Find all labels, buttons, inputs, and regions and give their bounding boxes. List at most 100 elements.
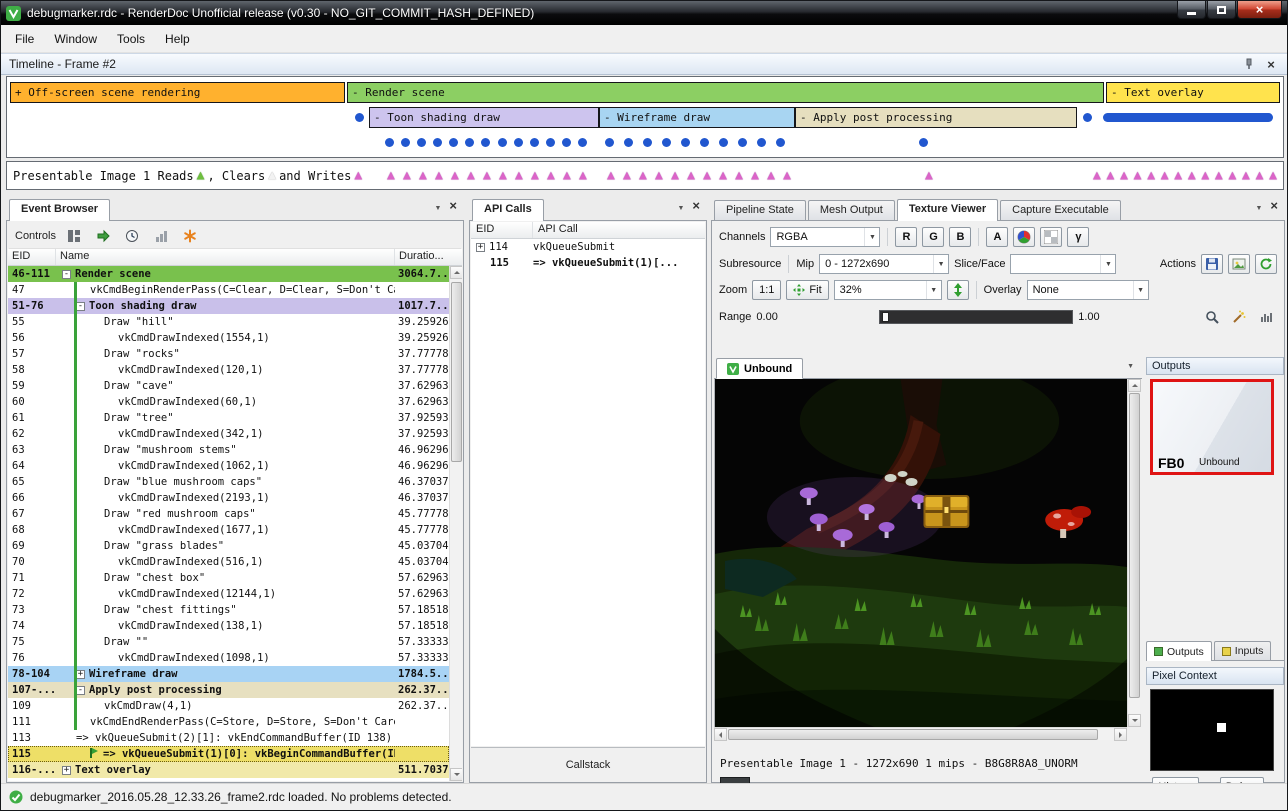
channel-blue-button[interactable]: B (949, 227, 971, 247)
tab-capture-executable[interactable]: Capture Executable (1000, 200, 1121, 220)
expander-icon[interactable]: - (76, 302, 85, 311)
event-row[interactable]: 65Draw "blue mushroom caps"46.37037 (8, 474, 449, 490)
event-row[interactable]: 73Draw "chest fittings"57.18518 (8, 602, 449, 618)
draw-dot[interactable] (719, 138, 728, 147)
texture-tab-dropdown-icon[interactable] (1127, 355, 1142, 378)
write-triangle-icon[interactable] (1215, 169, 1223, 182)
draw-dot[interactable] (643, 138, 652, 147)
write-triangle-icon[interactable] (1134, 169, 1142, 182)
draw-dot[interactable] (449, 138, 458, 147)
draw-dot[interactable] (355, 113, 364, 122)
event-row[interactable]: 66vkCmdDrawIndexed(2193,1)46.37037 (8, 490, 449, 506)
write-triangle-icon[interactable] (419, 169, 427, 182)
event-row[interactable]: 111vkCmdEndRenderPass(C=Store, D=Store, … (8, 714, 449, 730)
panel-close-icon[interactable] (449, 197, 457, 215)
event-row[interactable]: 69Draw "grass blades"45.03704 (8, 538, 449, 554)
write-triangle-icon[interactable] (451, 169, 459, 182)
event-row[interactable]: 47vkCmdBeginRenderPass(C=Clear, D=Clear,… (8, 282, 449, 298)
minimize-button[interactable] (1177, 1, 1206, 19)
write-triangle-icon[interactable] (1161, 169, 1169, 182)
write-triangle-icon[interactable] (703, 169, 711, 182)
event-row[interactable]: 64vkCmdDrawIndexed(1062,1)46.96296 (8, 458, 449, 474)
write-triangle-icon[interactable] (499, 169, 507, 182)
histogram-icon[interactable] (1255, 306, 1277, 328)
write-triangle-icon[interactable] (483, 169, 491, 182)
draw-dot[interactable] (385, 138, 394, 147)
fit-button[interactable]: Fit (786, 280, 828, 300)
draw-dot[interactable] (738, 138, 747, 147)
scroll-thumb[interactable] (1129, 393, 1140, 698)
scroll-thumb[interactable] (451, 282, 462, 462)
timeline-close-icon[interactable] (1263, 56, 1279, 72)
event-row[interactable]: 62vkCmdDrawIndexed(342,1)37.92593 (8, 426, 449, 442)
draw-dot[interactable] (662, 138, 671, 147)
write-triangle-icon[interactable] (387, 169, 395, 182)
event-row[interactable]: 72vkCmdDrawIndexed(12144,1)57.62963 (8, 586, 449, 602)
zoom-range-icon[interactable] (1201, 306, 1223, 328)
write-triangle-icon[interactable] (515, 169, 523, 182)
event-row[interactable]: 56vkCmdDrawIndexed(1554,1)39.25926 (8, 330, 449, 346)
event-row[interactable]: 63Draw "mushroom stems"46.96296 (8, 442, 449, 458)
draw-marker-bar[interactable] (1103, 113, 1273, 122)
draw-dot[interactable] (605, 138, 614, 147)
write-triangle-icon[interactable] (563, 169, 571, 182)
event-row[interactable]: 107-...-Apply post processing262.37... (8, 682, 449, 698)
pin-icon[interactable] (1241, 56, 1257, 72)
event-browser-scrollbar[interactable] (449, 266, 462, 781)
zoom-dropdown[interactable]: 32% (834, 280, 942, 300)
write-triangle-icon[interactable] (1228, 169, 1236, 182)
write-triangle-icon[interactable] (751, 169, 759, 182)
event-row[interactable]: 70vkCmdDrawIndexed(516,1)45.03704 (8, 554, 449, 570)
expander-icon[interactable]: - (62, 270, 71, 279)
tab-inputs[interactable]: Inputs (1214, 641, 1272, 660)
event-row[interactable]: 71Draw "chest box"57.62963 (8, 570, 449, 586)
close-button[interactable] (1237, 1, 1282, 19)
menu-window[interactable]: Window (44, 28, 107, 50)
event-row[interactable]: 67Draw "red mushroom caps"45.77778 (8, 506, 449, 522)
draw-dot[interactable] (681, 138, 690, 147)
tab-outputs[interactable]: Outputs (1146, 641, 1212, 661)
event-row[interactable]: 51-76-Toon shading draw1017.7... (8, 298, 449, 314)
timeline-marker-render-scene[interactable]: - Render scene (347, 82, 1104, 103)
write-triangle-icon[interactable] (1188, 169, 1196, 182)
write-triangle-icon[interactable] (1269, 169, 1277, 182)
jump-to-eid-icon[interactable] (92, 225, 114, 247)
event-row[interactable]: 57Draw "rocks"37.77778 (8, 346, 449, 362)
draw-dot[interactable] (514, 138, 523, 147)
channel-red-button[interactable]: R (895, 227, 917, 247)
statistics-icon[interactable] (150, 225, 172, 247)
flip-y-icon[interactable] (947, 280, 969, 300)
channel-alpha-button[interactable]: A (986, 227, 1008, 247)
draw-dot[interactable] (530, 138, 539, 147)
write-triangle-icon[interactable] (671, 169, 679, 182)
event-row[interactable]: 68vkCmdDrawIndexed(1677,1)45.77778 (8, 522, 449, 538)
pixel-context-view[interactable] (1150, 689, 1274, 771)
tab-event-browser[interactable]: Event Browser (9, 199, 110, 221)
write-triangle-icon[interactable] (1174, 169, 1182, 182)
write-triangle-icon[interactable] (1120, 169, 1128, 182)
gamma-button[interactable]: γ (1067, 227, 1089, 247)
scroll-right-icon[interactable] (1114, 728, 1127, 741)
draw-dot[interactable] (498, 138, 507, 147)
write-triangle-icon[interactable] (1242, 169, 1250, 182)
write-triangle-icon[interactable] (767, 169, 775, 182)
draw-dot[interactable] (578, 138, 587, 147)
write-triangle-icon[interactable] (1107, 169, 1115, 182)
menu-tools[interactable]: Tools (107, 28, 155, 50)
event-row[interactable]: 55Draw "hill"39.25926 (8, 314, 449, 330)
write-triangle-icon[interactable] (623, 169, 631, 182)
channels-dropdown[interactable]: RGBA (770, 227, 880, 247)
event-row[interactable]: 60vkCmdDrawIndexed(60,1)37.62963 (8, 394, 449, 410)
draw-dot[interactable] (481, 138, 490, 147)
write-triangle-icon[interactable] (607, 169, 615, 182)
timeline-marker-post-processing[interactable]: - Apply post processing (795, 107, 1077, 128)
time-durations-icon[interactable] (121, 225, 143, 247)
event-row[interactable]: 74vkCmdDrawIndexed(138,1)57.18518 (8, 618, 449, 634)
scroll-down-icon[interactable] (450, 768, 462, 781)
api-call-row[interactable]: +114vkQueueSubmit (471, 239, 705, 255)
tab-pipeline-state[interactable]: Pipeline State (714, 200, 806, 220)
draw-dot[interactable] (624, 138, 633, 147)
scroll-up-icon[interactable] (1128, 379, 1141, 392)
event-row[interactable]: 113=> vkQueueSubmit(2)[1]: vkEndCommandB… (8, 730, 449, 746)
expander-icon[interactable]: - (76, 686, 85, 695)
